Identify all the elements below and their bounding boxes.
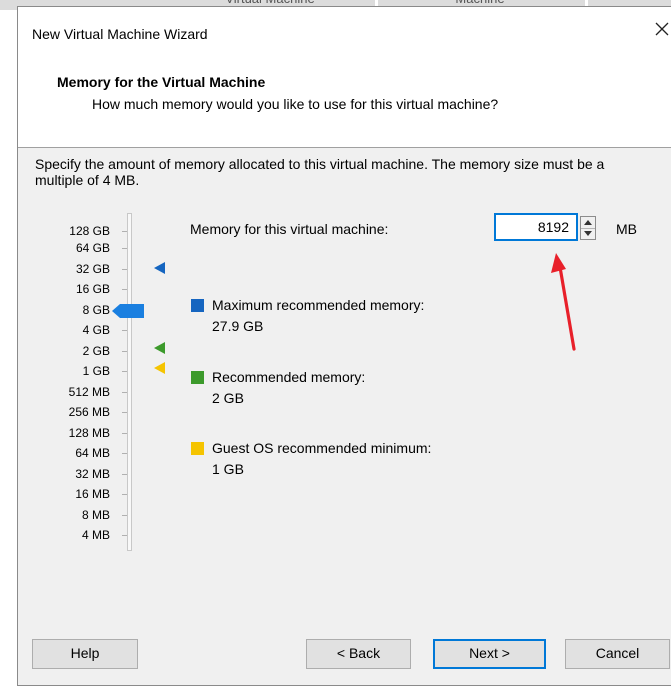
scale-tick: [122, 330, 127, 331]
scale-label-4gb: 4 GB: [82, 323, 110, 337]
scale-tick: [122, 231, 127, 232]
max-recommended-value: 27.9 GB: [212, 318, 264, 334]
scale-tick: [122, 535, 127, 536]
guest-minimum-value: 1 GB: [212, 461, 244, 477]
scale-label-32gb: 32 GB: [75, 262, 110, 276]
instructions-text: Specify the amount of memory allocated t…: [35, 156, 605, 188]
recommended-label: Recommended memory:: [212, 369, 366, 385]
max-recommended-marker-icon: [154, 262, 165, 274]
scale-tick: [122, 453, 127, 454]
guest-minimum-swatch-icon: [191, 442, 204, 455]
memory-spin-buttons: [580, 216, 596, 240]
scale-label-32mb: 32 MB: [75, 467, 110, 481]
scale-tick: [122, 269, 127, 270]
scale-label-256mb: 256 MB: [68, 405, 110, 419]
memory-unit-label: MB: [616, 221, 637, 237]
scale-tick: [122, 289, 127, 290]
scale-label-512mb: 512 MB: [68, 385, 110, 399]
scale-label-4mb: 4 MB: [81, 528, 110, 542]
scale-label-16gb: 16 GB: [75, 282, 110, 296]
memory-slider-thumb[interactable]: [112, 304, 144, 318]
new-vm-wizard-dialog: New Virtual Machine Wizard Memory for th…: [17, 6, 671, 686]
scale-tick: [122, 392, 127, 393]
scale-tick: [122, 474, 127, 475]
scale-tick: [122, 494, 127, 495]
scale-label-128mb: 128 MB: [68, 426, 110, 440]
guest-minimum-label: Guest OS recommended minimum:: [212, 440, 432, 456]
next-button[interactable]: Next >: [433, 639, 546, 669]
red-arrow-annotation-icon: [551, 253, 576, 351]
memory-input[interactable]: 8192: [494, 213, 578, 241]
scale-tick: [122, 412, 127, 413]
scale-label-16mb: 16 MB: [75, 487, 110, 501]
title-bar: New Virtual Machine Wizard: [18, 7, 671, 53]
recommended-marker-icon: [154, 342, 165, 354]
page-title: Memory for the Virtual Machine: [57, 74, 266, 90]
cancel-button[interactable]: Cancel: [565, 639, 670, 669]
scale-tick: [122, 351, 127, 352]
scale-label-1gb: 1 GB: [82, 364, 110, 378]
recommended-swatch-icon: [191, 371, 204, 384]
close-icon[interactable]: [652, 19, 671, 39]
scale-label-2gb: 2 GB: [82, 344, 110, 358]
scale-tick: [122, 248, 127, 249]
help-button[interactable]: Help: [32, 639, 138, 669]
scale-label-128gb: 128 GB: [69, 224, 110, 238]
memory-stepper: 8192: [494, 213, 608, 243]
max-recommended-swatch-icon: [191, 299, 204, 312]
scale-tick: [122, 515, 127, 516]
scale-label-8gb: 8 GB: [82, 303, 110, 317]
spin-down-icon[interactable]: [581, 228, 595, 239]
scale-tick: [122, 371, 127, 372]
memory-slider-track[interactable]: [127, 213, 132, 551]
window-title: New Virtual Machine Wizard: [32, 26, 208, 42]
recommended-value: 2 GB: [212, 390, 244, 406]
scale-tick: [122, 433, 127, 434]
memory-field-label: Memory for this virtual machine:: [190, 221, 389, 237]
scale-label-8mb: 8 MB: [81, 508, 110, 522]
scale-label-64mb: 64 MB: [75, 446, 110, 460]
wizard-header: Memory for the Virtual Machine How much …: [18, 53, 671, 148]
guest-minimum-marker-icon: [154, 362, 165, 374]
scale-label-64gb: 64 GB: [75, 241, 110, 255]
page-subtitle: How much memory would you like to use fo…: [92, 96, 499, 112]
back-button[interactable]: < Back: [306, 639, 411, 669]
max-recommended-label: Maximum recommended memory:: [212, 297, 425, 313]
